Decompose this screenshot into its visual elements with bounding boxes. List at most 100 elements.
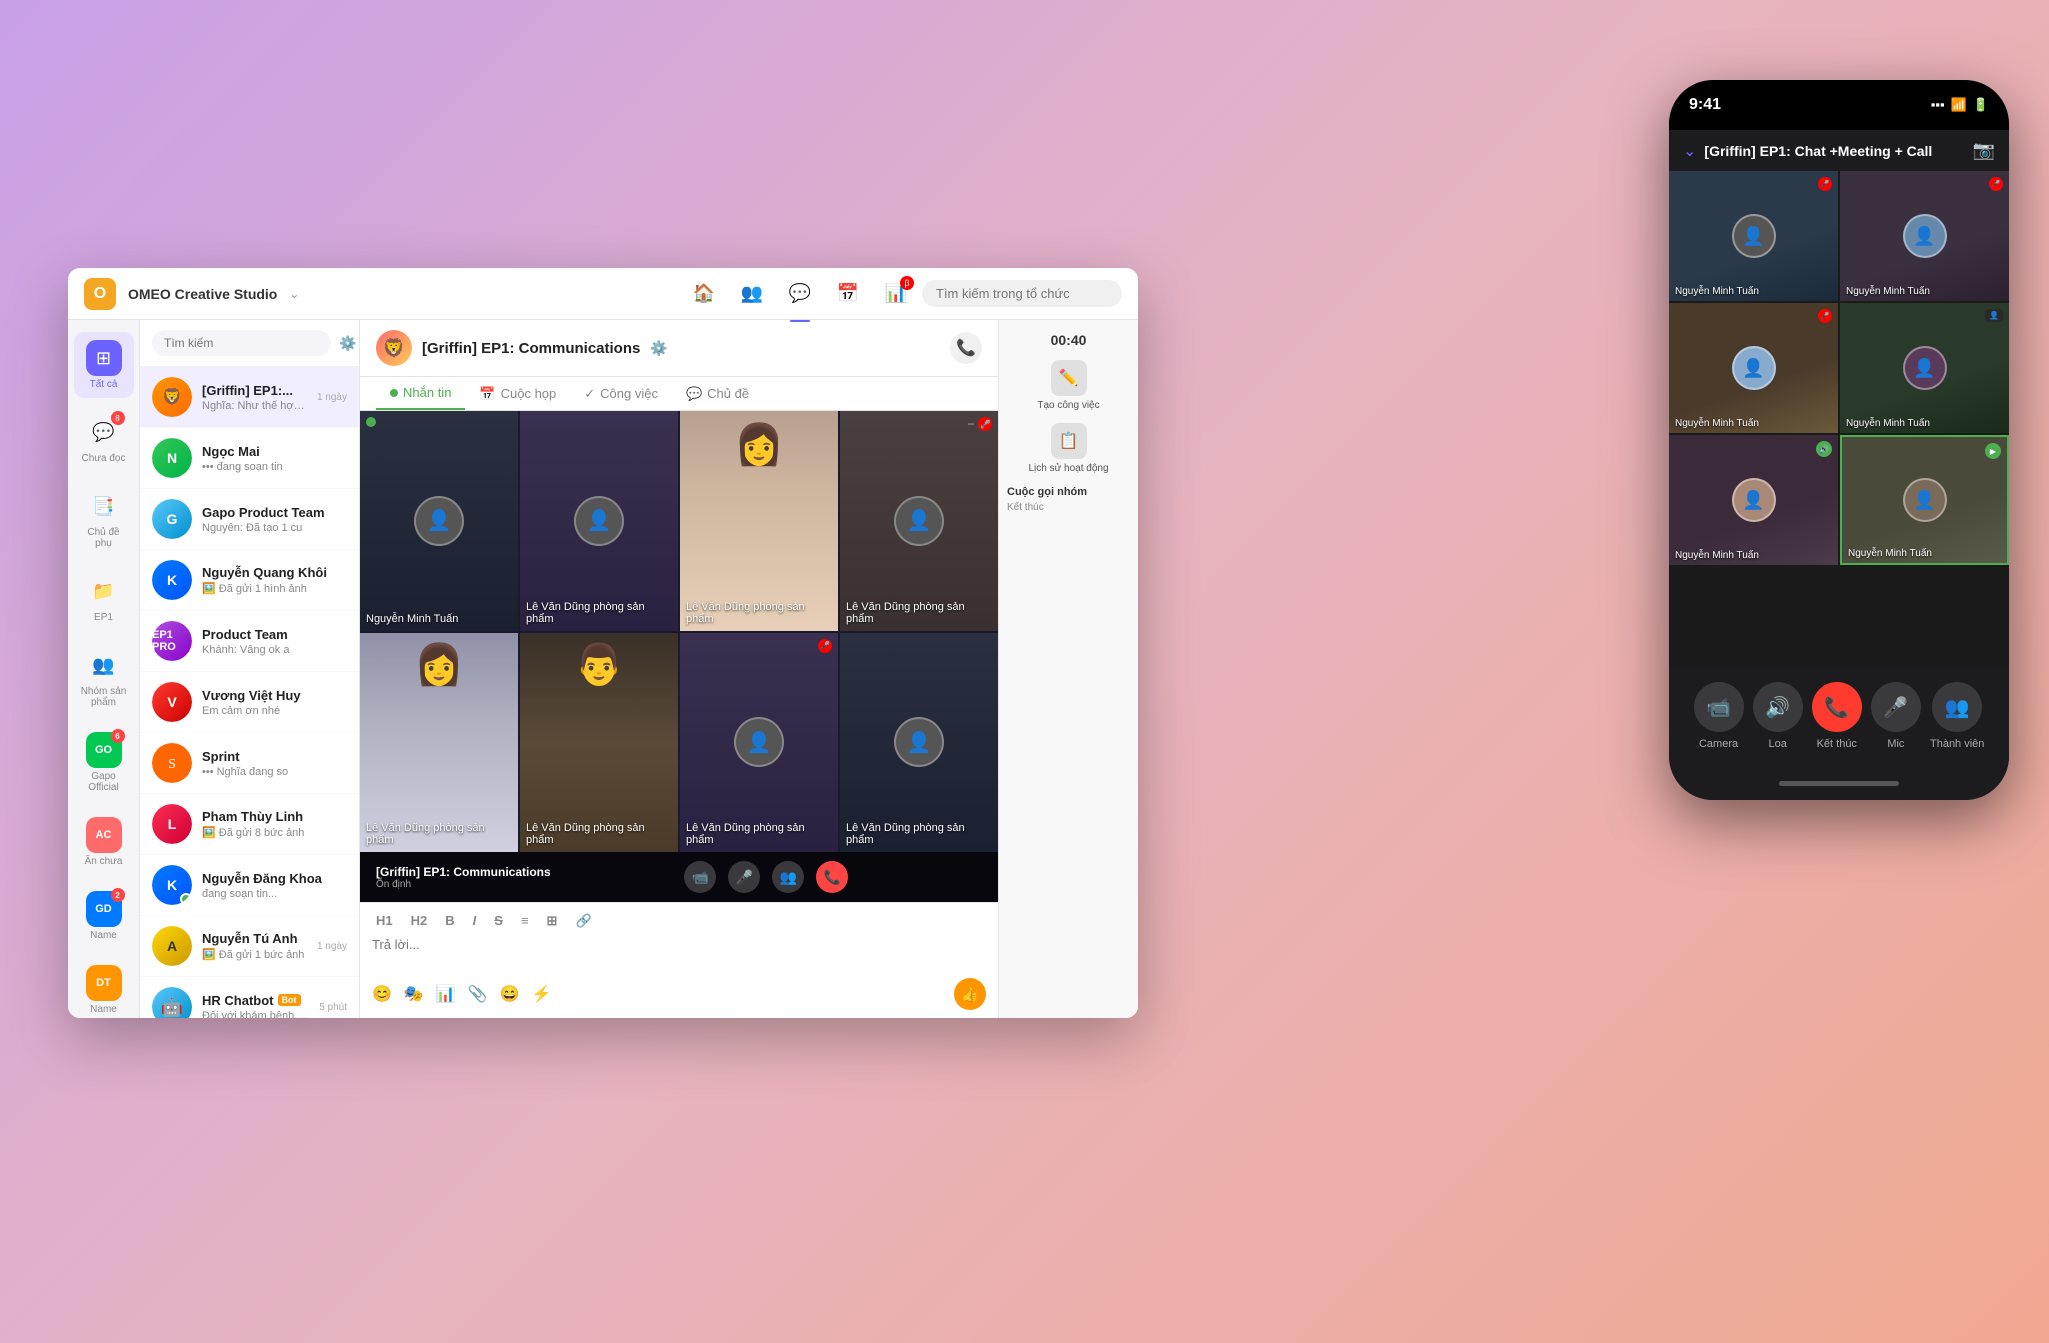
expand-icon[interactable]: ⤢	[980, 417, 990, 432]
sidebar-item-product-group[interactable]: 👥 Nhóm sản phẩm	[74, 639, 134, 716]
bold-button[interactable]: B	[441, 911, 458, 931]
send-button[interactable]: 👍	[954, 978, 986, 1010]
chat-input[interactable]	[372, 937, 986, 967]
sidebar-item-gapo[interactable]: GO 6 Gapo Official	[74, 724, 134, 801]
camera-button[interactable]: 📹	[1694, 682, 1744, 732]
person-avatar: 👤	[894, 496, 944, 546]
person-display: 👤	[520, 411, 678, 631]
avatar-image: L	[152, 804, 192, 844]
chat-item[interactable]: EP1 PRO Product Team Khánh: Vâng ok a	[140, 611, 359, 672]
chat-item[interactable]: K Nguyễn Quang Khôi 🖼️ Đã gửi 1 hình ảnh	[140, 550, 359, 611]
chat-time: 1 ngày	[317, 392, 347, 403]
tab-chu-de[interactable]: 💬 Chủ đề	[672, 377, 763, 410]
avatar: EP1 PRO	[152, 621, 192, 661]
sticker-icon[interactable]: 🎭	[404, 984, 424, 1004]
phone-video-cell: ▶ 👤 Nguyễn Minh Tuấn	[1840, 435, 2009, 565]
activity-history-button[interactable]: 📋 Lịch sử hoạt động	[1007, 423, 1130, 474]
signal-icon: ▪▪▪	[1931, 97, 1945, 113]
chat-item[interactable]: Sprint ••• Nghĩa đang so	[140, 733, 359, 794]
beta-icon[interactable]: 📊 β	[882, 280, 910, 308]
grid-button[interactable]: ⊞	[543, 911, 562, 931]
call-group-sub: Kết thúc	[1007, 502, 1130, 513]
sidebar-item-an-chua[interactable]: AC Ăn chưa	[74, 809, 134, 875]
sidebar-label-subtopic: Chủ đề phụ	[80, 527, 128, 549]
chat-icon[interactable]: 💬	[786, 280, 814, 308]
settings-icon[interactable]: ⚙️	[339, 335, 356, 352]
avatar: V	[152, 682, 192, 722]
camera-label: Camera	[1699, 738, 1738, 750]
h1-button[interactable]: H1	[372, 911, 397, 931]
video-cell: 👤 Lê Văn Dũng phòng sản phẩm	[520, 411, 678, 631]
avatar-image: A	[152, 926, 192, 966]
avatar-image: V	[152, 682, 192, 722]
chat-item[interactable]: V Vương Việt Huy Em cảm ơn nhé	[140, 672, 359, 733]
tab-cong-viec[interactable]: ✓ Công việc	[570, 377, 672, 410]
person-display: 👩	[360, 633, 518, 853]
extra-icon[interactable]: ⚡	[532, 984, 552, 1004]
sidebar-item-dt[interactable]: DT Name	[74, 957, 134, 1018]
mic-button[interactable]: 🎤	[1871, 682, 1921, 732]
minimize-icon[interactable]: −	[967, 417, 974, 432]
home-icon[interactable]: 🏠	[690, 280, 718, 308]
add-participant-button[interactable]: 👥	[772, 861, 804, 893]
tab-nhan-tin-label: Nhắn tin	[403, 385, 451, 400]
mic-toggle-button[interactable]: 🎤	[728, 861, 760, 893]
chat-item[interactable]: K Nguyễn Đăng Khoa đang soạn tin...	[140, 855, 359, 916]
chat-info: Gapo Product Team Nguyên: Đã tạo 1 cu	[202, 505, 347, 534]
strikethrough-button[interactable]: S	[490, 911, 507, 931]
create-task-label: Tạo công việc	[1037, 400, 1099, 411]
video-toggle-button[interactable]: 📹	[684, 861, 716, 893]
chat-item[interactable]: N Ngọc Mai ••• đang soạn tin	[140, 428, 359, 489]
participant-name: Lê Văn Dũng phòng sản phẩm	[846, 822, 992, 846]
chat-time: 1 ngày	[317, 941, 347, 952]
emoji-icon[interactable]: 😊	[372, 984, 392, 1004]
create-task-button[interactable]: ✏️ Tạo công việc	[1007, 360, 1130, 411]
phone-camera-icon[interactable]: 📷	[1973, 140, 1995, 161]
right-panel: 00:40 ✏️ Tạo công việc 📋 Lịch sử hoạt độ…	[998, 320, 1138, 1018]
calendar-icon[interactable]: 📅	[834, 280, 862, 308]
chat-preview: ••• đang soạn tin	[202, 461, 347, 473]
sidebar-item-all[interactable]: ⊞ Tất cả	[74, 332, 134, 398]
chat-item[interactable]: 🤖 HR Chatbot Bot Đối với khám bệnh, chữa…	[140, 977, 359, 1018]
sidebar-item-gd[interactable]: GD 2 Name	[74, 883, 134, 949]
h2-button[interactable]: H2	[407, 911, 432, 931]
bullets-button[interactable]: ≡	[517, 911, 533, 931]
avatar: 🦁	[152, 377, 192, 417]
settings-gear-icon[interactable]: ⚙️	[650, 340, 667, 357]
speaker-button[interactable]: 🔊	[1753, 682, 1803, 732]
chat-item[interactable]: L Pham Thùy Linh 🖼️ Đã gửi 8 bức ảnh	[140, 794, 359, 855]
call-button[interactable]: 📞	[950, 332, 982, 364]
link-button[interactable]: 🔗	[571, 911, 595, 931]
chat-item[interactable]: 🦁 [Griffin] EP1:... Nghĩa: Như thế hợp l…	[140, 367, 359, 428]
chat-info: Nguyễn Tú Anh 🖼️ Đã gửi 1 bức ảnh	[202, 931, 307, 961]
avatar: G	[152, 499, 192, 539]
sidebar-item-unread[interactable]: 💬 8 Chưa đọc	[74, 406, 134, 472]
sidebar-item-ep1[interactable]: 📁 EP1	[74, 565, 134, 631]
avatar: N	[152, 438, 192, 478]
tab-cuoc-hop[interactable]: 📅 Cuộc họp	[465, 377, 570, 410]
tab-nhan-tin[interactable]: Nhắn tin	[376, 377, 465, 410]
members-label: Thành viên	[1930, 738, 1984, 750]
sidebar-item-subtopic[interactable]: 📑 Chủ đề phụ	[74, 480, 134, 557]
end-call-button[interactable]: 📞	[1812, 682, 1862, 732]
mic-off-badge: 🎤	[1818, 309, 1832, 323]
emoji2-icon[interactable]: 😄	[500, 984, 520, 1004]
chat-item[interactable]: A Nguyễn Tú Anh 🖼️ Đã gửi 1 bức ảnh 1 ng…	[140, 916, 359, 977]
end-call-button[interactable]: 📞	[816, 861, 848, 893]
members-button[interactable]: 👥	[1932, 682, 1982, 732]
team-icon[interactable]: 👥	[738, 280, 766, 308]
gapo-badge: 6	[111, 729, 125, 743]
chart-icon[interactable]: 📊	[436, 984, 456, 1004]
call-title-display: [Griffin] EP1: Communications Ổn định	[376, 865, 551, 890]
attachment-icon[interactable]: 📎	[468, 984, 488, 1004]
phone-back-icon[interactable]: ⌄	[1683, 141, 1696, 161]
ep1-icon: 📁	[86, 573, 122, 609]
speaker-control: 🔊 Loa	[1753, 682, 1803, 750]
italic-button[interactable]: I	[469, 911, 481, 931]
org-search-input[interactable]	[922, 280, 1122, 307]
chat-item[interactable]: G Gapo Product Team Nguyên: Đã tạo 1 cu	[140, 489, 359, 550]
phone-video-cell: 🎤 👤 Nguyễn Minh Tuấn	[1840, 171, 2009, 301]
chat-search-input[interactable]	[152, 330, 331, 356]
person-display: 👨	[520, 633, 678, 853]
phone-video-cell: 🎤 👤 Nguyễn Minh Tuấn	[1669, 171, 1838, 301]
